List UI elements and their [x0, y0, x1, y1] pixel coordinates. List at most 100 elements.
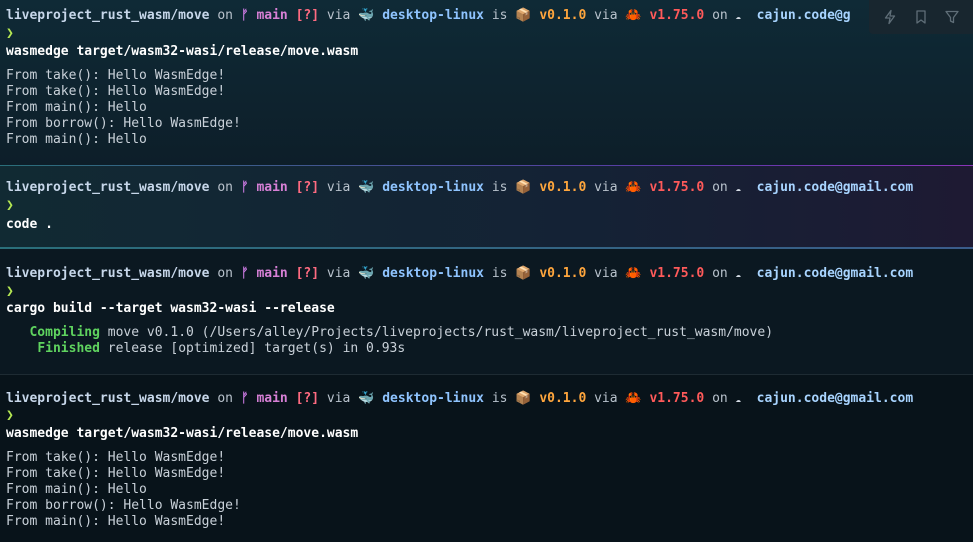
cloud-icon: ☁: [735, 395, 741, 405]
block-toolbar: [869, 0, 973, 34]
prompt-path: liveproject_rust_wasm/move: [6, 266, 210, 281]
prompt-is: is: [491, 8, 508, 23]
prompt-is: is: [491, 266, 508, 281]
docker-context: desktop-linux: [382, 180, 484, 195]
output-line: From take(): Hello WasmEdge!: [6, 84, 226, 99]
prompt-path: liveproject_rust_wasm/move: [6, 180, 210, 195]
account-email: cajun.code@gmail.com: [756, 391, 914, 406]
git-branch-icon: ᚠ: [240, 266, 249, 281]
command-block-4[interactable]: liveproject_rust_wasm/move on ᚠ main [?]…: [0, 375, 973, 542]
compiling-text: move v0.1.0 (/Users/alley/Projects/livep…: [107, 325, 774, 340]
prompt-chevron: ❯: [6, 26, 14, 41]
git-branch-icon: ᚠ: [240, 391, 249, 406]
prompt-on: on: [217, 391, 233, 406]
prompt-is: is: [491, 391, 508, 406]
prompt-chevron: ❯: [6, 198, 14, 213]
git-branch-icon: ᚠ: [240, 8, 249, 23]
docker-whale-icon: 🐳: [358, 8, 375, 23]
output-line: From take(): Hello WasmEdge!: [6, 68, 226, 83]
git-branch: main: [256, 180, 288, 195]
rust-version: v1.75.0: [649, 391, 705, 406]
output-line: From take(): Hello WasmEdge!: [6, 450, 226, 465]
rust-crab-icon: 🦀: [625, 180, 642, 195]
prompt-line: liveproject_rust_wasm/move on ᚠ main [?]…: [6, 266, 913, 282]
docker-context: desktop-linux: [382, 391, 484, 406]
prompt-via: via: [326, 8, 351, 23]
rust-version: v1.75.0: [649, 8, 705, 23]
git-branch-icon: ᚠ: [240, 180, 249, 195]
account-email: cajun.code@gmail.com: [756, 266, 914, 281]
cloud-icon: ☁: [735, 270, 741, 280]
package-icon: 📦: [515, 391, 532, 406]
output-line: From take(): Hello WasmEdge!: [6, 466, 226, 481]
package-version: v0.1.0: [539, 391, 587, 406]
finished-line: Finished release [optimized] target(s) i…: [6, 341, 405, 357]
git-branch: main: [256, 391, 288, 406]
output-line: From main(): Hello: [6, 482, 147, 497]
prompt-on: on: [217, 8, 233, 23]
prompt-line: liveproject_rust_wasm/move on ᚠ main [?]…: [6, 180, 913, 196]
compiling-label: Compiling: [29, 325, 100, 340]
rust-version: v1.75.0: [649, 266, 705, 281]
cloud-icon: ☁: [735, 184, 741, 194]
prompt-chevron: ❯: [6, 408, 14, 423]
docker-whale-icon: 🐳: [358, 266, 375, 281]
account-email: cajun.code@gmail.com: [756, 180, 914, 195]
filter-icon[interactable]: [943, 8, 961, 26]
prompt-via: via: [594, 391, 618, 406]
output-line: From main(): Hello: [6, 132, 147, 147]
package-version: v0.1.0: [539, 8, 587, 23]
rust-crab-icon: 🦀: [625, 391, 642, 406]
command-text: cargo build --target wasm32-wasi --relea…: [6, 301, 335, 316]
cloud-icon: ☁: [735, 12, 741, 22]
git-branch: main: [256, 266, 288, 281]
prompt-via: via: [326, 266, 351, 281]
package-icon: 📦: [515, 180, 532, 195]
package-version: v0.1.0: [539, 180, 587, 195]
prompt-chevron: ❯: [6, 284, 14, 299]
docker-whale-icon: 🐳: [358, 180, 375, 195]
package-version: v0.1.0: [539, 266, 587, 281]
finished-text: release [optimized] target(s) in 0.93s: [107, 341, 406, 356]
prompt-via: via: [594, 266, 618, 281]
output-line: From borrow(): Hello WasmEdge!: [6, 116, 241, 131]
prompt-via: via: [326, 180, 351, 195]
prompt-on: on: [712, 391, 728, 406]
account-email: cajun.code@g: [756, 8, 851, 23]
prompt-on: on: [712, 180, 728, 195]
docker-whale-icon: 🐳: [358, 391, 375, 406]
docker-context: desktop-linux: [382, 8, 484, 23]
rust-crab-icon: 🦀: [625, 8, 642, 23]
prompt-on: on: [217, 180, 233, 195]
command-block-3[interactable]: liveproject_rust_wasm/move on ᚠ main [?]…: [0, 249, 973, 374]
finished-label: Finished: [37, 341, 100, 356]
docker-context: desktop-linux: [382, 266, 484, 281]
rust-crab-icon: 🦀: [625, 266, 642, 281]
prompt-on: on: [712, 8, 728, 23]
prompt-via: via: [594, 180, 618, 195]
lightning-icon[interactable]: [881, 8, 899, 26]
terminal-window: liveproject_rust_wasm/move on ᚠ main [?]…: [0, 0, 973, 542]
git-status: [?]: [295, 266, 320, 281]
compile-line: Compiling move v0.1.0 (/Users/alley/Proj…: [6, 325, 773, 341]
rust-version: v1.75.0: [649, 180, 705, 195]
prompt-via: via: [326, 391, 351, 406]
package-icon: 📦: [515, 8, 532, 23]
command-block-1[interactable]: liveproject_rust_wasm/move on ᚠ main [?]…: [0, 0, 973, 166]
prompt-on: on: [712, 266, 728, 281]
output-line: From borrow(): Hello WasmEdge!: [6, 498, 241, 513]
command-text: wasmedge target/wasm32-wasi/release/move…: [6, 426, 359, 441]
prompt-line: liveproject_rust_wasm/move on ᚠ main [?]…: [6, 391, 913, 407]
output-line: From main(): Hello WasmEdge!: [6, 514, 226, 529]
git-status: [?]: [295, 391, 320, 406]
prompt-path: liveproject_rust_wasm/move: [6, 391, 210, 406]
bookmark-icon[interactable]: [912, 8, 930, 26]
prompt-is: is: [491, 180, 508, 195]
command-block-2[interactable]: liveproject_rust_wasm/move on ᚠ main [?]…: [0, 166, 973, 248]
command-text: code .: [6, 217, 53, 232]
prompt-via: via: [594, 8, 618, 23]
command-text: wasmedge target/wasm32-wasi/release/move…: [6, 44, 359, 59]
prompt-line: liveproject_rust_wasm/move on ᚠ main [?]…: [6, 8, 851, 24]
prompt-on: on: [217, 266, 233, 281]
git-branch: main: [256, 8, 288, 23]
